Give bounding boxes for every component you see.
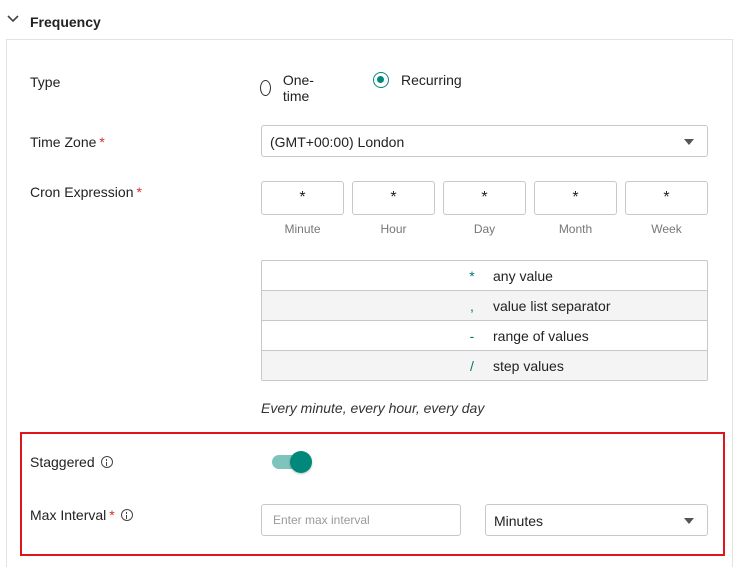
type-label: Type — [30, 74, 61, 90]
required-mark: * — [109, 507, 115, 523]
cron-expression-label: Cron Expression * — [30, 184, 142, 200]
cron-day-input[interactable]: * — [443, 181, 526, 215]
legend-symbol: , — [470, 298, 474, 314]
chevron-down-icon — [7, 15, 19, 23]
cron-hour-input[interactable]: * — [352, 181, 435, 215]
legend-description: value list separator — [493, 298, 611, 314]
max-interval-input[interactable] — [261, 504, 461, 536]
legend-description: step values — [493, 358, 564, 374]
info-icon[interactable] — [120, 509, 133, 522]
max-interval-label: Max Interval * — [30, 507, 133, 523]
radio-unchecked-icon[interactable] — [260, 80, 271, 96]
highlight-box — [20, 432, 725, 556]
cron-minute-input[interactable]: * — [261, 181, 344, 215]
legend-symbol: * — [469, 268, 475, 284]
required-mark: * — [99, 134, 105, 150]
legend-description: range of values — [493, 328, 589, 344]
section-title: Frequency — [30, 14, 101, 30]
max-interval-unit-value: Minutes — [494, 513, 544, 529]
radio-one-time[interactable]: One-time — [260, 72, 319, 104]
info-icon[interactable] — [100, 456, 113, 469]
staggered-toggle[interactable] — [272, 451, 312, 473]
max-interval-unit-select[interactable]: Minutes — [485, 504, 708, 536]
toggle-thumb — [290, 451, 312, 473]
radio-recurring-label: Recurring — [401, 72, 462, 88]
legend-row: , value list separator — [262, 291, 707, 321]
legend-symbol: / — [470, 358, 474, 374]
time-zone-label: Time Zone * — [30, 134, 105, 150]
cron-human-readable: Every minute, every hour, every day — [261, 400, 485, 416]
legend-row: - range of values — [262, 321, 707, 351]
time-zone-value: (GMT+00:00) London — [270, 134, 405, 150]
staggered-label: Staggered — [30, 454, 113, 470]
time-zone-select[interactable]: (GMT+00:00) London — [261, 125, 708, 157]
legend-row: / step values — [262, 351, 707, 380]
cron-hour-caption: Hour — [380, 222, 407, 236]
radio-checked-icon[interactable] — [373, 72, 389, 88]
legend-symbol: - — [469, 328, 475, 344]
legend-description: any value — [493, 268, 553, 284]
dropdown-caret-icon — [684, 139, 694, 145]
required-mark: * — [136, 184, 142, 200]
frequency-section-header[interactable]: Frequency — [0, 0, 739, 40]
radio-recurring[interactable]: Recurring — [373, 72, 462, 88]
cron-week-input[interactable]: * — [625, 181, 708, 215]
cron-week-caption: Week — [651, 222, 682, 236]
legend-row: * any value — [262, 261, 707, 291]
cron-minute-caption: Minute — [284, 222, 321, 236]
cron-day-caption: Day — [473, 222, 496, 236]
cron-month-caption: Month — [558, 222, 593, 236]
dropdown-caret-icon — [684, 518, 694, 524]
radio-one-time-label: One-time — [282, 72, 314, 104]
cron-month-input[interactable]: * — [534, 181, 617, 215]
cron-syntax-legend: * any value , value list separator - ran… — [261, 260, 708, 381]
